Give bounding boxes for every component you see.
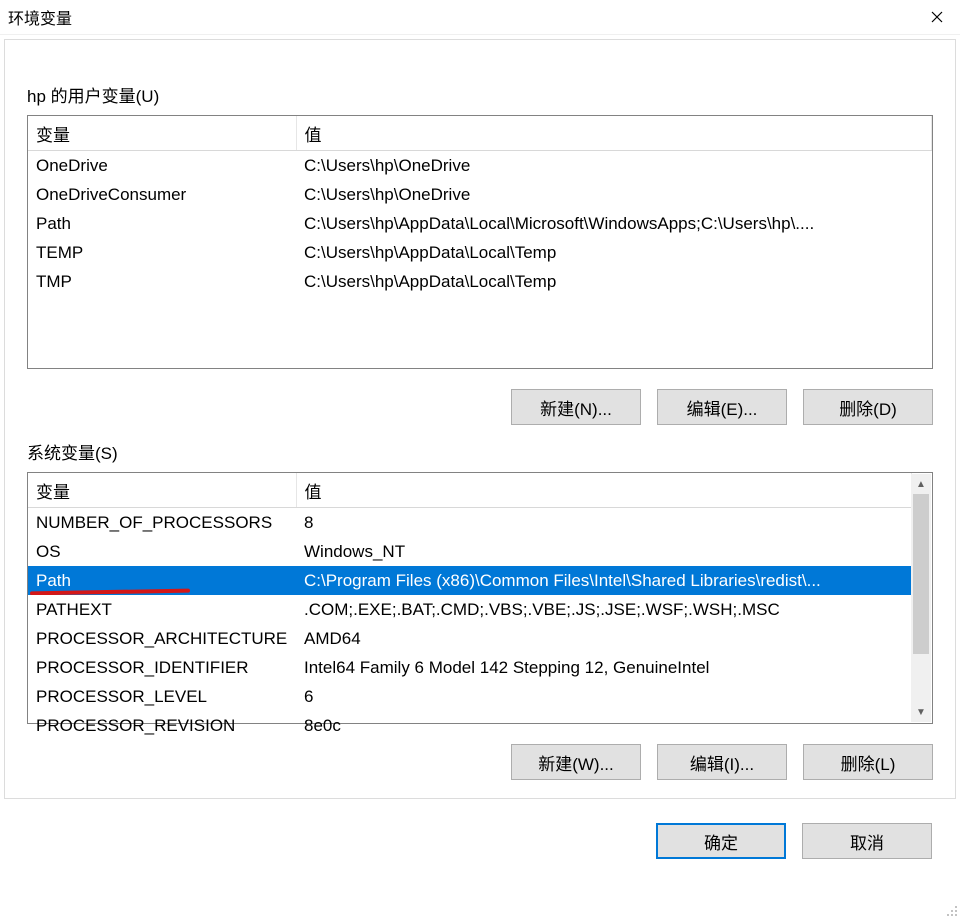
sys-new-button[interactable]: 新建(W)... (511, 744, 641, 780)
scroll-thumb[interactable] (913, 494, 929, 654)
table-row[interactable]: PROCESSOR_REVISION8e0c (28, 711, 912, 740)
sys-col-value[interactable]: 值 (296, 473, 912, 508)
sys-delete-button[interactable]: 删除(L) (803, 744, 933, 780)
table-row[interactable]: NUMBER_OF_PROCESSORS8 (28, 508, 912, 538)
table-row[interactable]: OSWindows_NT (28, 537, 912, 566)
system-vars-label: 系统变量(S) (27, 439, 933, 464)
resize-grip-icon[interactable] (944, 903, 958, 917)
table-row[interactable]: OneDriveConsumerC:\Users\hp\OneDrive (28, 180, 932, 209)
user-delete-button[interactable]: 删除(D) (803, 389, 933, 425)
table-row[interactable]: OneDriveC:\Users\hp\OneDrive (28, 151, 932, 181)
scroll-up-icon[interactable]: ▲ (911, 474, 931, 494)
table-row[interactable]: PROCESSOR_ARCHITECTUREAMD64 (28, 624, 912, 653)
user-col-variable[interactable]: 变量 (28, 116, 296, 151)
cancel-button[interactable]: 取消 (802, 823, 932, 859)
system-vars-list[interactable]: 变量 值 NUMBER_OF_PROCESSORS8 OSWindows_NT … (27, 472, 933, 724)
close-button[interactable] (914, 0, 960, 34)
table-row[interactable]: PathC:\Users\hp\AppData\Local\Microsoft\… (28, 209, 932, 238)
table-row[interactable]: PROCESSOR_IDENTIFIERIntel64 Family 6 Mod… (28, 653, 912, 682)
user-edit-button[interactable]: 编辑(E)... (657, 389, 787, 425)
table-row[interactable]: TEMPC:\Users\hp\AppData\Local\Temp (28, 238, 932, 267)
user-col-value[interactable]: 值 (296, 116, 932, 151)
table-row[interactable]: TMPC:\Users\hp\AppData\Local\Temp (28, 267, 932, 296)
user-vars-list[interactable]: 变量 值 OneDriveC:\Users\hp\OneDrive OneDri… (27, 115, 933, 369)
user-vars-label: hp 的用户变量(U) (27, 82, 933, 107)
titlebar: 环境变量 (0, 0, 960, 35)
close-icon (931, 11, 943, 23)
table-row[interactable]: PATHEXT.COM;.EXE;.BAT;.CMD;.VBS;.VBE;.JS… (28, 595, 912, 624)
scroll-down-icon[interactable]: ▼ (911, 702, 931, 722)
scroll-track[interactable] (911, 494, 931, 702)
user-new-button[interactable]: 新建(N)... (511, 389, 641, 425)
table-row[interactable]: PROCESSOR_LEVEL6 (28, 682, 912, 711)
ok-button[interactable]: 确定 (656, 823, 786, 859)
scrollbar[interactable]: ▲ ▼ (911, 474, 931, 722)
window-title: 环境变量 (8, 5, 72, 29)
table-row[interactable]: PathC:\Program Files (x86)\Common Files\… (28, 566, 912, 595)
sys-col-variable[interactable]: 变量 (28, 473, 296, 508)
sys-edit-button[interactable]: 编辑(I)... (657, 744, 787, 780)
